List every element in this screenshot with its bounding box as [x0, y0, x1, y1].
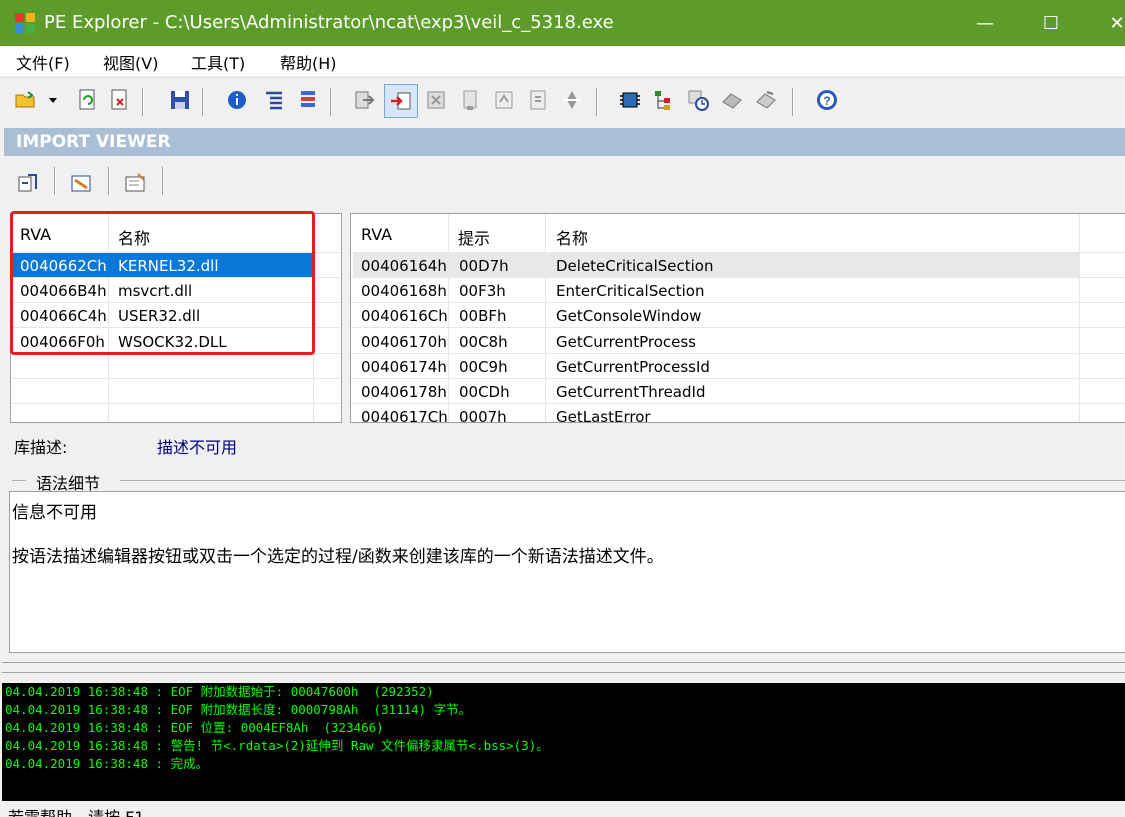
menu-tools[interactable]: 工具(T) [191, 50, 245, 74]
headers-icon[interactable] [262, 88, 286, 112]
column-header-hint[interactable]: 提示 [458, 225, 490, 249]
save-icon[interactable] [168, 88, 192, 112]
column-header-rva[interactable]: RVA [361, 225, 392, 244]
log-line: 04.04.2019 16:38:48 : EOF 附加数据长度: 000079… [5, 702, 472, 717]
exports-icon[interactable] [353, 88, 377, 112]
cell-name: EnterCriticalSection [556, 282, 705, 300]
svg-text:?: ? [823, 94, 830, 108]
log-panel[interactable]: 04.04.2019 16:38:48 : EOF 附加数据始于: 000476… [2, 683, 1125, 801]
toolbar: ? [0, 77, 1125, 126]
cell-hint: 00CDh [459, 383, 510, 401]
debug-icon[interactable] [458, 88, 482, 112]
chip-icon[interactable] [618, 88, 642, 112]
close-file-icon[interactable] [108, 88, 132, 112]
toolbar-separator [108, 167, 110, 195]
toolbar-separator [596, 88, 598, 116]
syntax-details-text[interactable]: 信息不可用 按语法描述编辑器按钮或双击一个选定的过程/函数来创建该库的一个新语法… [9, 491, 1125, 653]
syntax-editor-icon[interactable] [70, 171, 94, 195]
properties-icon[interactable] [124, 171, 148, 195]
cell-name: GetLastError [556, 408, 651, 423]
toolbar-separator [54, 167, 56, 195]
log-line: 04.04.2019 16:38:48 : 完成。 [5, 756, 209, 771]
info-icon[interactable] [225, 88, 249, 112]
import-toolbar [4, 157, 1125, 205]
log-line: 04.04.2019 16:38:48 : EOF 位置: 0004EF8Ah … [5, 720, 384, 735]
syntax-details-legend: 语法细节 [0, 470, 1125, 493]
status-bar: 若需帮助，请按 F1 [0, 801, 1125, 817]
menu-view[interactable]: 视图(V) [103, 50, 158, 74]
app-icon [15, 13, 35, 33]
cell-rva: 00406170h [361, 333, 447, 351]
imports-icon [391, 92, 411, 110]
toolbar-separator [142, 88, 144, 116]
window-title: PE Explorer - C:\Users\Administrator\nca… [44, 12, 614, 33]
import-viewer-header: IMPORT VIEWER [4, 128, 1125, 156]
cell-rva: 00406164h [361, 257, 447, 275]
cell-hint: 0007h [459, 408, 507, 423]
highlight-annotation [10, 211, 315, 355]
log-line: 04.04.2019 16:38:48 : EOF 附加数据始于: 000476… [5, 684, 434, 699]
splitter[interactable] [2, 662, 1125, 663]
toolbar-separator [202, 88, 204, 116]
copy-import-icon[interactable] [16, 171, 40, 195]
cell-rva: 0040616Ch [361, 307, 448, 325]
resources-icon[interactable] [424, 88, 448, 112]
log-line: 04.04.2019 16:38:48 : 警告! 节<.rdata>(2)延伸… [5, 738, 549, 753]
status-text: 若需帮助，请按 F1 [8, 804, 144, 817]
cell-name: GetCurrentProcessId [556, 358, 710, 376]
timestamp-icon[interactable] [686, 88, 710, 112]
syntax-info-line: 信息不可用 [12, 503, 97, 523]
signature-icon[interactable] [720, 88, 744, 112]
disassembler-icon[interactable] [526, 88, 550, 112]
cell-rva: 0040617Ch [361, 408, 448, 423]
dropdown-arrow-icon[interactable] [46, 88, 60, 112]
imports-button[interactable] [384, 84, 418, 118]
menu-file[interactable]: 文件(F) [16, 50, 70, 74]
syntax-hint-line: 按语法描述编辑器按钮或双击一个选定的过程/函数来创建该库的一个新语法描述文件。 [12, 547, 664, 567]
cell-name: GetCurrentProcess [556, 333, 696, 351]
section-title: IMPORT VIEWER [16, 132, 171, 152]
cell-rva: 00406178h [361, 383, 447, 401]
minimize-button[interactable]: — [955, 0, 1015, 46]
cell-name: GetCurrentThreadId [556, 383, 706, 401]
cell-name: GetConsoleWindow [556, 307, 702, 325]
cell-hint: 00C8h [459, 333, 508, 351]
reload-icon[interactable] [76, 88, 100, 112]
cell-hint: 00F3h [459, 282, 506, 300]
cell-hint: 00D7h [459, 257, 509, 275]
close-button[interactable]: ✕ [1087, 0, 1125, 46]
cell-hint: 00BFh [459, 307, 507, 325]
tree-view-icon[interactable] [652, 88, 676, 112]
library-description-value: 描述不可用 [157, 438, 238, 457]
toolbar-separator [330, 88, 332, 116]
help-icon[interactable]: ? [815, 88, 839, 112]
cell-name: DeleteCriticalSection [556, 257, 714, 275]
sections-icon[interactable] [296, 88, 320, 112]
library-description-label: 库描述: [14, 438, 68, 457]
dependency-icon[interactable] [492, 88, 516, 112]
unpack-icon[interactable] [754, 88, 778, 112]
function-table: RVA 提示 名称 00406164h 00D7h DeleteCritical… [350, 213, 1125, 423]
cell-rva: 00406168h [361, 282, 447, 300]
splitter[interactable] [2, 672, 1125, 673]
title-bar: PE Explorer - C:\Users\Administrator\nca… [0, 0, 1125, 46]
toolbar-separator [792, 88, 794, 116]
maximize-button[interactable]: ☐ [1021, 0, 1081, 46]
menu-help[interactable]: 帮助(H) [280, 50, 337, 74]
navigate-arrows-icon[interactable] [560, 88, 584, 112]
cell-hint: 00C9h [459, 358, 508, 376]
cell-rva: 00406174h [361, 358, 447, 376]
toolbar-separator [162, 167, 164, 195]
open-folder-icon[interactable] [14, 88, 38, 112]
column-header-name[interactable]: 名称 [556, 225, 588, 249]
menu-bar: 文件(F) 视图(V) 工具(T) 帮助(H) [0, 46, 1125, 76]
